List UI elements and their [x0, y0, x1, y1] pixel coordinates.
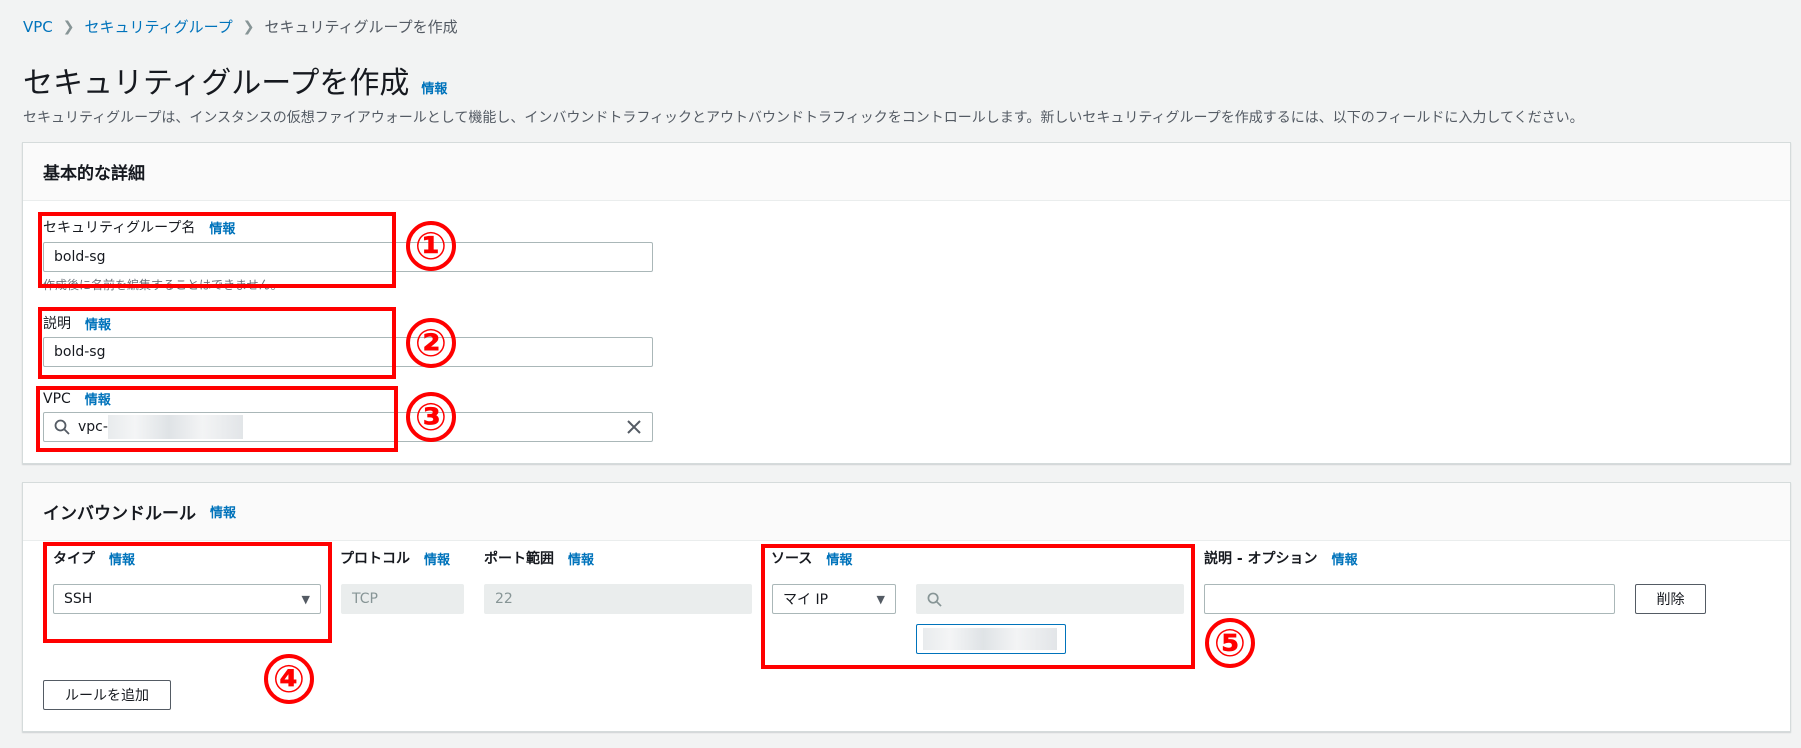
- protocol-label-row: プロトコル 情報: [340, 548, 450, 568]
- port-value: 22: [495, 591, 513, 607]
- breadcrumb-current: セキュリティグループを作成: [264, 18, 458, 36]
- rule-desc-info-link[interactable]: 情報: [1332, 549, 1358, 568]
- port-field: 22: [484, 584, 752, 614]
- annotation-number-1: ①: [406, 221, 456, 271]
- inbound-info-link[interactable]: 情報: [210, 502, 236, 521]
- title-info-link[interactable]: 情報: [421, 78, 447, 97]
- rule-desc-label-row: 説明 - オプション 情報: [1204, 548, 1358, 568]
- page-description: セキュリティグループは、インスタンスの仮想ファイアウォールとして機能し、インバウ…: [23, 110, 1584, 126]
- protocol-field: TCP: [341, 584, 464, 614]
- annotation-box-4: [43, 542, 332, 643]
- page-title: セキュリティグループを作成: [23, 66, 410, 101]
- inbound-rules-title: インバウンドルール: [43, 504, 196, 524]
- page-title-row: セキュリティグループを作成 情報: [23, 58, 447, 102]
- protocol-label: プロトコル: [340, 551, 410, 567]
- rule-desc-input[interactable]: [1204, 584, 1615, 614]
- add-rule-button[interactable]: ルールを追加: [43, 680, 171, 710]
- annotation-number-3: ③: [406, 392, 456, 442]
- annotation-box-5: [761, 544, 1195, 669]
- breadcrumb-security-groups[interactable]: セキュリティグループ: [85, 16, 233, 37]
- chevron-right-icon: ❯: [242, 18, 255, 35]
- basic-details-header: 基本的な詳細: [23, 143, 1790, 201]
- protocol-info-link[interactable]: 情報: [424, 549, 450, 568]
- port-label: ポート範囲: [484, 551, 554, 567]
- chevron-right-icon: ❯: [62, 18, 75, 35]
- breadcrumb-vpc[interactable]: VPC: [23, 18, 53, 36]
- annotation-box-1: [38, 212, 396, 288]
- basic-details-title: 基本的な詳細: [43, 164, 145, 184]
- protocol-value: TCP: [352, 591, 378, 607]
- clear-icon[interactable]: [626, 419, 642, 435]
- annotation-box-3: [36, 386, 398, 452]
- rule-desc-label: 説明 - オプション: [1204, 551, 1318, 567]
- port-info-link[interactable]: 情報: [568, 549, 594, 568]
- breadcrumb: VPC ❯ セキュリティグループ ❯ セキュリティグループを作成: [23, 16, 458, 37]
- annotation-number-4: ④: [264, 654, 314, 704]
- annotation-number-5: ⑤: [1205, 618, 1255, 668]
- annotation-box-2: [38, 307, 396, 379]
- annotation-number-2: ②: [406, 318, 456, 368]
- port-label-row: ポート範囲 情報: [484, 548, 594, 568]
- delete-rule-button[interactable]: 削除: [1635, 584, 1706, 614]
- inbound-rules-header: インバウンドルール 情報: [23, 483, 1790, 541]
